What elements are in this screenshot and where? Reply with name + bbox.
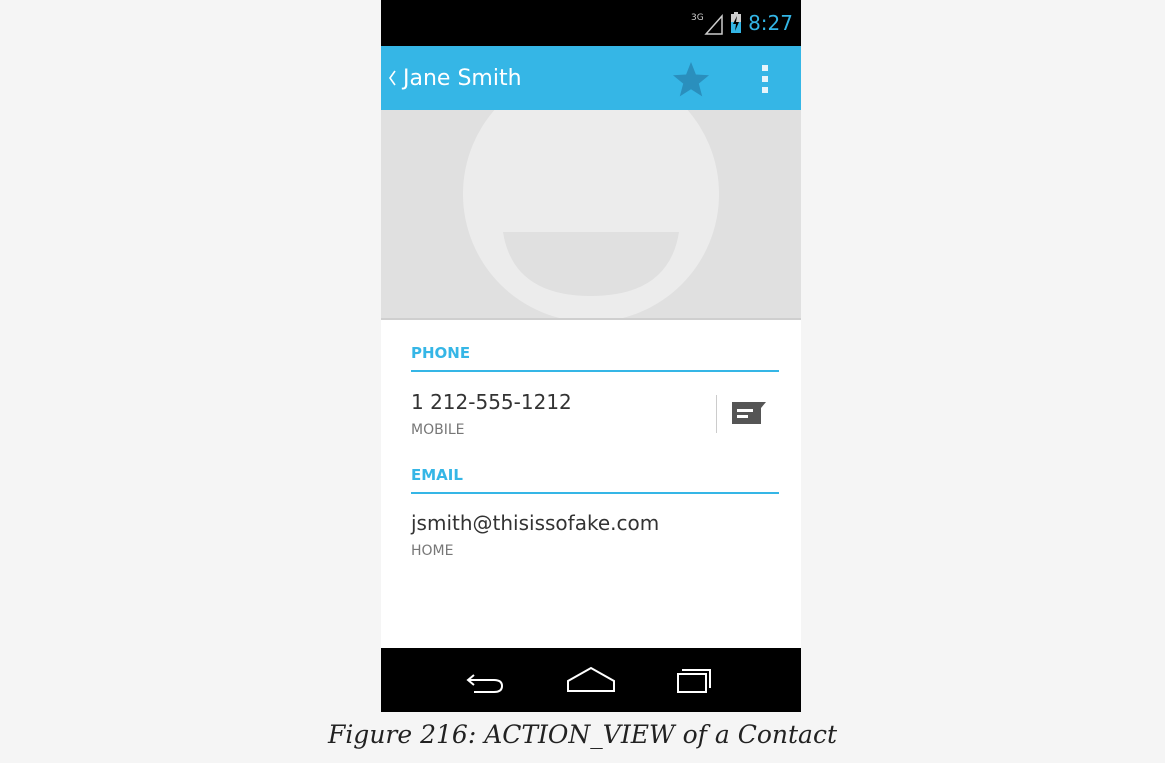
status-icons: 3G 8:27 xyxy=(690,0,793,46)
battery-charging-icon xyxy=(731,12,742,33)
entry-action-divider xyxy=(716,395,717,433)
phone-number: 1 212-555-1212 xyxy=(411,390,572,414)
overflow-menu-button[interactable] xyxy=(751,60,779,98)
back-icon xyxy=(466,674,504,693)
clock: 8:27 xyxy=(748,11,793,35)
email-type: HOME xyxy=(411,543,454,559)
signal-3g-icon: 3G xyxy=(691,13,723,35)
overflow-menu-icon xyxy=(762,65,768,93)
nav-recents-button[interactable] xyxy=(668,664,724,696)
status-bar: 3G 8:27 xyxy=(381,0,801,46)
home-icon xyxy=(567,666,615,692)
up-navigation-button[interactable]: Jane Smith xyxy=(381,46,522,110)
phone-screen: 3G 8:27 Jane Smith PHONE 1 212-555-1212 … xyxy=(381,0,801,712)
nav-back-button[interactable] xyxy=(458,664,514,696)
phone-entry[interactable]: 1 212-555-1212 MOBILE xyxy=(411,390,711,440)
back-chevron-icon xyxy=(389,70,396,86)
figure-caption: Figure 216: ACTION_VIEW of a Contact xyxy=(327,720,838,749)
contact-details: PHONE 1 212-555-1212 MOBILE EMAIL jsmith… xyxy=(381,320,801,648)
send-message-button[interactable] xyxy=(729,398,769,430)
star-icon xyxy=(673,62,709,97)
phone-type: MOBILE xyxy=(411,422,465,438)
phone-section-header: PHONE xyxy=(411,344,779,372)
email-entry[interactable]: jsmith@thisissofake.com HOME xyxy=(411,511,711,561)
recents-icon xyxy=(677,669,711,693)
message-icon xyxy=(732,402,766,424)
nav-home-button[interactable] xyxy=(563,664,619,696)
contact-photo xyxy=(381,110,801,319)
contact-name-title: Jane Smith xyxy=(403,65,522,91)
favorite-button[interactable] xyxy=(671,60,711,98)
network-type-label: 3G xyxy=(691,13,704,23)
default-avatar-icon xyxy=(463,110,719,319)
action-bar: Jane Smith xyxy=(381,46,801,110)
email-address: jsmith@thisissofake.com xyxy=(411,511,660,535)
email-section-header: EMAIL xyxy=(411,466,779,494)
navigation-bar xyxy=(381,648,801,712)
